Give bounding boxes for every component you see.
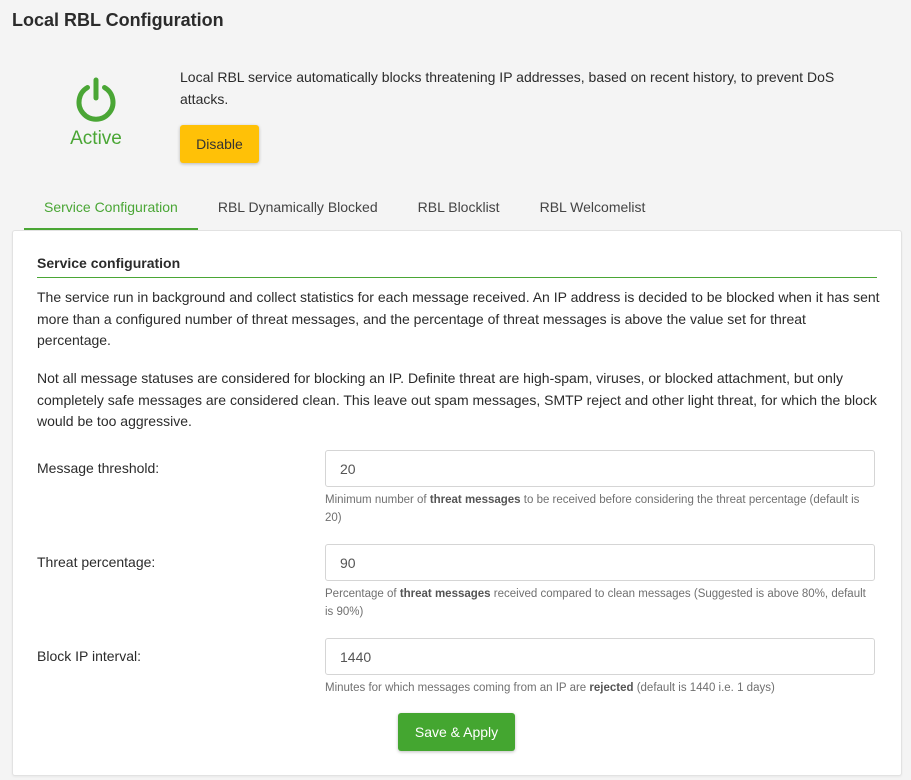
threat-percentage-input[interactable] (325, 544, 875, 581)
section-divider (37, 277, 877, 278)
service-configuration-panel: Service configuration The service run in… (12, 230, 902, 776)
tab-bar: Service Configuration RBL Dynamically Bl… (24, 188, 665, 231)
disable-button[interactable]: Disable (180, 125, 259, 163)
block-ip-interval-label: Block IP interval: (37, 648, 142, 664)
block-ip-interval-help: Minutes for which messages coming from a… (325, 682, 775, 694)
tab-rbl-blocklist[interactable]: RBL Blocklist (398, 188, 520, 230)
threat-percentage-help: Percentage of threat messages received c… (325, 588, 866, 618)
save-apply-button[interactable]: Save & Apply (398, 713, 515, 751)
description-paragraph-1: The service run in background and collec… (37, 289, 880, 348)
status-label: Active (70, 128, 122, 149)
power-icon (76, 77, 116, 122)
block-ip-interval-input[interactable] (325, 638, 875, 675)
tab-rbl-dynamically-blocked[interactable]: RBL Dynamically Blocked (198, 188, 398, 230)
tab-service-configuration[interactable]: Service Configuration (24, 188, 198, 230)
service-status: Active (56, 76, 136, 150)
message-threshold-input[interactable] (325, 450, 875, 487)
message-threshold-help: Minimum number of threat messages to be … (325, 494, 860, 524)
threat-percentage-label: Threat percentage: (37, 554, 156, 570)
section-title: Service configuration (37, 255, 181, 271)
message-threshold-label: Message threshold: (37, 460, 160, 476)
page-title: Local RBL Configuration (12, 10, 224, 30)
service-description: Local RBL service automatically blocks t… (180, 69, 835, 107)
description-paragraph-2: Not all message statuses are considered … (37, 370, 877, 429)
tab-rbl-welcomelist[interactable]: RBL Welcomelist (520, 188, 666, 230)
